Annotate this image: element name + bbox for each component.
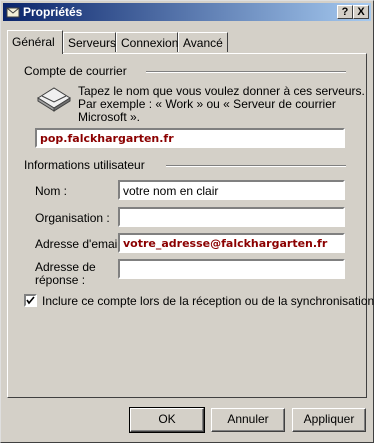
user-info-group-label: Informations utilisateur: [24, 158, 145, 172]
tab-label: Avancé: [183, 36, 223, 50]
description-line-3: Microsoft ».: [78, 110, 141, 124]
include-account-checkbox[interactable]: [24, 294, 37, 307]
account-name-input[interactable]: pop.falckhargarten.fr: [35, 128, 345, 148]
tab-label: Serveurs: [68, 36, 117, 50]
tab-label: Général: [12, 35, 55, 49]
organisation-input[interactable]: [118, 207, 345, 227]
reply-address-input[interactable]: [118, 259, 345, 279]
window-title: Propriétés: [23, 5, 83, 19]
ok-button[interactable]: OK: [129, 407, 205, 433]
email-label: Adresse d'email :: [35, 237, 127, 251]
apply-button[interactable]: Appliquer: [292, 408, 366, 432]
description-line-2: Par exemple : « Work » ou « Serveur de c…: [78, 97, 336, 111]
name-input[interactable]: votre nom en clair: [118, 180, 345, 200]
close-button[interactable]: X: [353, 5, 369, 19]
tab-label: Connexion: [121, 36, 179, 50]
group-divider: [146, 71, 346, 73]
help-button[interactable]: ?: [337, 5, 353, 19]
email-input[interactable]: votre_adresse@falckhargarten.fr: [118, 233, 345, 253]
title-bar[interactable]: Propriétés ? X: [3, 3, 371, 21]
tab-connection[interactable]: Connexion: [116, 32, 178, 52]
group-divider: [166, 165, 346, 167]
general-tab-panel: Compte de courrier Tapez le nom que vous…: [7, 53, 374, 398]
tab-servers[interactable]: Serveurs: [63, 32, 116, 52]
tab-general[interactable]: Général: [7, 30, 63, 54]
include-account-label[interactable]: Inclure ce compte lors de la réception o…: [42, 294, 374, 308]
checkmark-icon: [26, 296, 35, 305]
tab-advanced[interactable]: Avancé: [178, 32, 228, 52]
properties-dialog: Propriétés ? X Général Serveurs Connexio…: [0, 0, 374, 443]
cancel-button[interactable]: Annuler: [211, 408, 285, 432]
reply-address-label-line-1: Adresse de: [35, 260, 96, 274]
organisation-label: Organisation :: [35, 211, 110, 225]
name-label: Nom :: [35, 184, 68, 198]
mail-icon: [6, 7, 20, 18]
description-line-1: Tapez le nom que vous voulez donner à ce…: [78, 84, 365, 98]
mail-account-group-label: Compte de courrier: [24, 64, 127, 78]
mail-server-icon: [37, 87, 71, 112]
reply-address-label-line-2: réponse :: [35, 273, 86, 287]
